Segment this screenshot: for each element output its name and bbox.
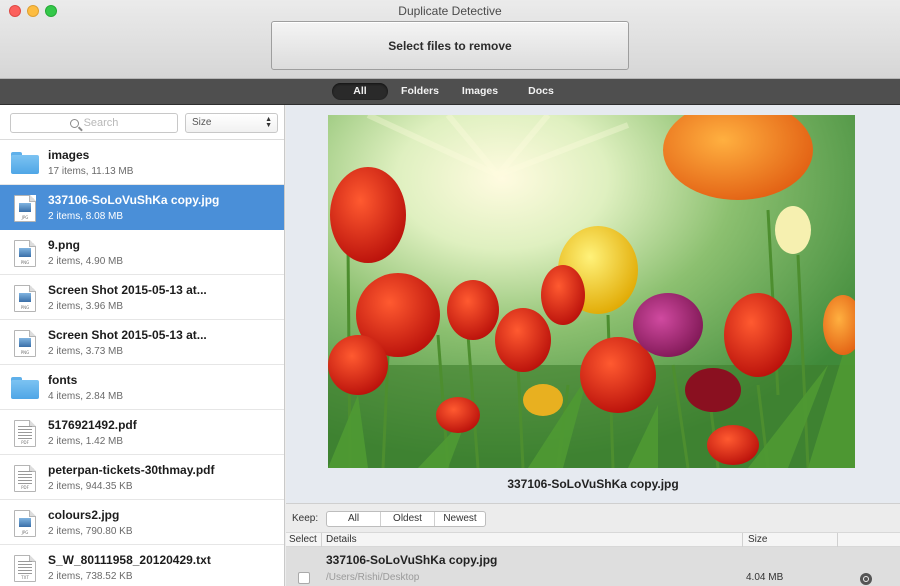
sort-select[interactable]: Size ▲ ▼	[185, 113, 278, 133]
folder-icon	[11, 150, 39, 176]
stepper-arrows-icon: ▲ ▼	[265, 116, 272, 129]
select-files-to-remove-button[interactable]: Select files to remove	[271, 21, 629, 70]
duplicates-panel: Keep: All Oldest Newest Select Details S…	[286, 503, 900, 586]
item-name: 337106-SoLoVuShKa copy.jpg	[48, 193, 220, 207]
item-name: S_W_80111958_20120429.txt	[48, 553, 211, 567]
item-meta: 2 items, 944.35 KB	[48, 481, 133, 492]
image-file-icon: JPG	[11, 195, 39, 222]
image-file-icon: PNG	[11, 285, 39, 312]
tulips-photo	[328, 115, 855, 468]
item-name: 9.png	[48, 238, 80, 252]
search-field[interactable]: Search	[10, 113, 178, 133]
item-name: Screen Shot 2015-05-13 at...	[48, 328, 207, 342]
item-meta: 2 items, 1.42 MB	[48, 436, 124, 447]
table-header: Select Details Size	[286, 532, 900, 547]
item-name: peterpan-tickets-30thmay.pdf	[48, 463, 215, 477]
list-item[interactable]: JPG colours2.jpg 2 items, 790.80 KB	[0, 500, 284, 545]
filter-tab-all[interactable]: All	[332, 83, 388, 100]
column-header-details[interactable]: Details	[326, 534, 357, 545]
item-meta: 4 items, 2.84 MB	[48, 391, 124, 402]
preview-pane: 337106-SoLoVuShKa copy.jpg Keep: All Old…	[286, 105, 900, 586]
search-icon	[69, 118, 79, 128]
item-meta: 2 items, 4.90 MB	[48, 256, 124, 267]
table-row[interactable]: 337106-SoLoVuShKa copy.jpg /Users/Rishi/…	[286, 547, 900, 586]
window-title: Duplicate Detective	[398, 4, 502, 18]
keep-option-all[interactable]: All	[327, 512, 381, 526]
column-header-select[interactable]: Select	[289, 534, 317, 545]
row-file-path: /Users/Rishi/Desktop	[326, 572, 420, 583]
item-meta: 2 items, 8.08 MB	[48, 211, 124, 222]
title-bar: Duplicate Detective Select files to remo…	[0, 0, 900, 79]
image-file-icon: PNG	[11, 240, 39, 267]
list-item[interactable]: TXT S_W_80111958_20120429.txt 2 items, 7…	[0, 545, 284, 586]
image-file-icon: PNG	[11, 330, 39, 357]
list-item[interactable]: PNG Screen Shot 2015-05-13 at... 2 items…	[0, 275, 284, 320]
search-placeholder: Search	[83, 117, 119, 129]
app-window: Duplicate Detective Select files to remo…	[0, 0, 900, 586]
filter-tab-docs[interactable]: Docs	[518, 83, 564, 100]
keep-option-newest[interactable]: Newest	[435, 512, 485, 526]
list-item[interactable]: PDF peterpan-tickets-30thmay.pdf 2 items…	[0, 455, 284, 500]
keep-option-oldest[interactable]: Oldest	[381, 512, 435, 526]
column-header-size[interactable]: Size	[748, 534, 767, 545]
list-item[interactable]: images 17 items, 11.13 MB	[0, 140, 284, 185]
sort-value: Size	[192, 117, 212, 128]
text-file-icon: TXT	[11, 555, 39, 582]
list-item[interactable]: PNG 9.png 2 items, 4.90 MB	[0, 230, 284, 275]
sidebar-controls: Search Size ▲ ▼	[0, 105, 284, 140]
image-file-icon: JPG	[11, 510, 39, 537]
folder-icon	[11, 375, 39, 401]
row-file-name: 337106-SoLoVuShKa copy.jpg	[326, 553, 498, 567]
filter-tab-images[interactable]: Images	[456, 83, 504, 100]
reveal-magnifier-icon[interactable]	[860, 573, 872, 585]
item-name: fonts	[48, 373, 78, 387]
item-meta: 17 items, 11.13 MB	[48, 166, 134, 177]
keep-label: Keep:	[292, 513, 319, 524]
item-meta: 2 items, 3.96 MB	[48, 301, 124, 312]
item-meta: 2 items, 790.80 KB	[48, 526, 133, 537]
preview-caption: 337106-SoLoVuShKa copy.jpg	[507, 477, 679, 491]
item-name: colours2.jpg	[48, 508, 120, 522]
list-item[interactable]: JPG 337106-SoLoVuShKa copy.jpg 2 items, …	[0, 185, 284, 230]
row-file-size: 4.04 MB	[746, 572, 784, 583]
row-select-checkbox[interactable]	[298, 572, 310, 584]
filter-tab-folders[interactable]: Folders	[396, 83, 444, 100]
filter-bar: All Folders Images Docs	[0, 79, 900, 105]
preview-image	[328, 115, 855, 468]
item-name: Screen Shot 2015-05-13 at...	[48, 283, 207, 297]
list-item[interactable]: PDF 5176921492.pdf 2 items, 1.42 MB	[0, 410, 284, 455]
pdf-file-icon: PDF	[11, 420, 39, 447]
list-item[interactable]: PNG Screen Shot 2015-05-13 at... 2 items…	[0, 320, 284, 365]
duplicates-sidebar: Search Size ▲ ▼ images 17 items, 11.13 MB…	[0, 105, 285, 586]
list-item[interactable]: fonts 4 items, 2.84 MB	[0, 365, 284, 410]
item-name: 5176921492.pdf	[48, 418, 137, 432]
pdf-file-icon: PDF	[11, 465, 39, 492]
item-name: images	[48, 148, 90, 162]
item-meta: 2 items, 3.73 MB	[48, 346, 124, 357]
item-meta: 2 items, 738.52 KB	[48, 571, 133, 582]
keep-segmented-control: All Oldest Newest	[326, 511, 486, 527]
